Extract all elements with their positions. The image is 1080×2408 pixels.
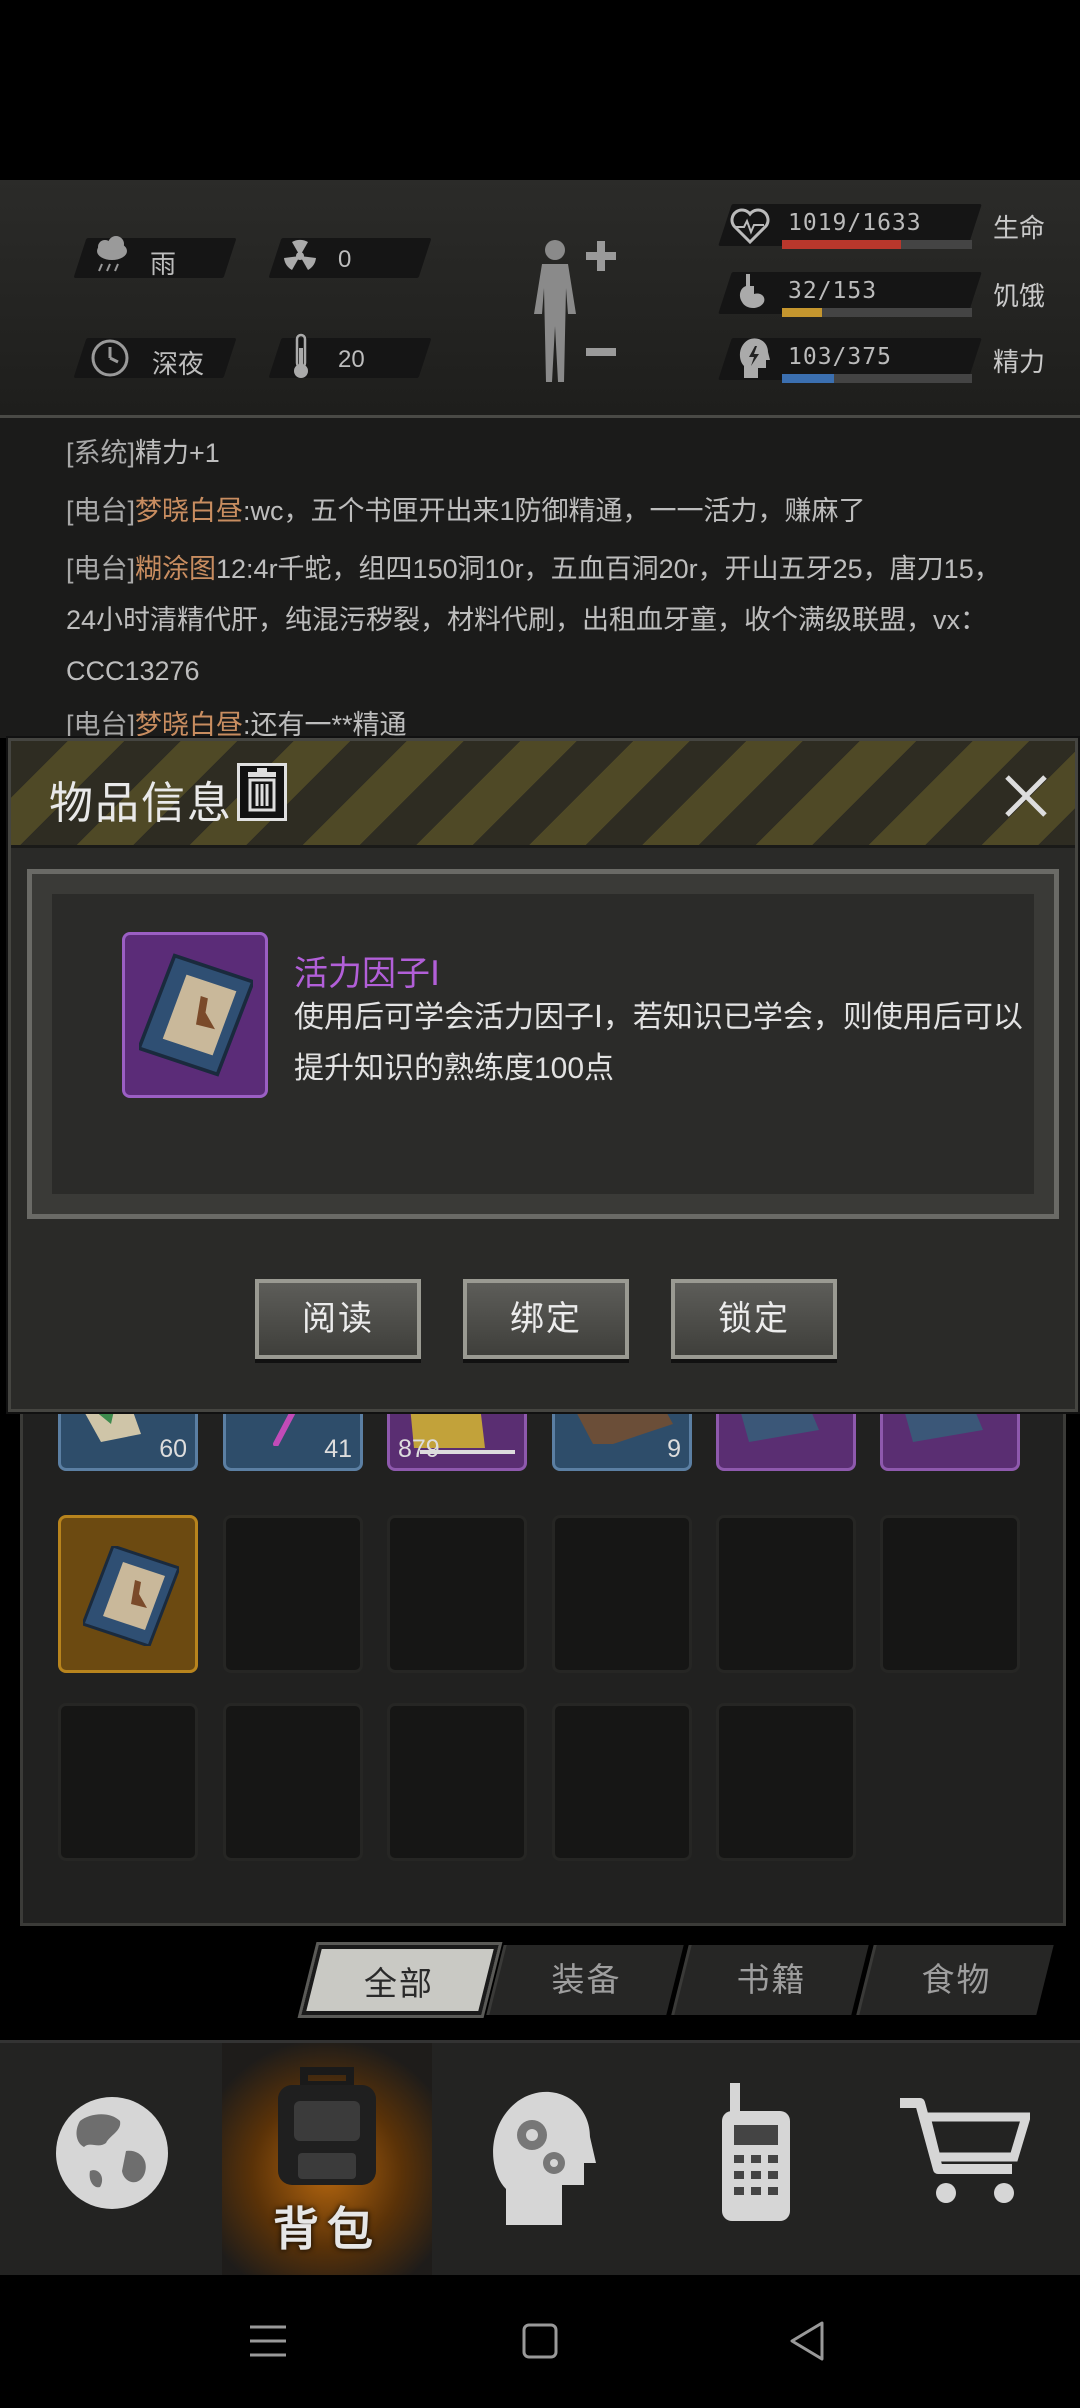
close-icon[interactable] [1001,771,1051,821]
temperature-value: 20 [338,346,365,373]
energy-value: 103/375 [788,344,892,370]
inventory-slot-empty[interactable] [716,1703,856,1861]
globe-icon [56,2097,168,2209]
radiation-icon [284,239,316,270]
inventory-slot-empty[interactable] [387,1515,527,1673]
item-count: 60 [159,1435,187,1463]
health-label: 生命 [993,213,1046,243]
inventory-slot-empty[interactable] [223,1703,363,1861]
clock-icon [91,339,129,377]
health-bar-fill [782,240,901,249]
nav-backpack-label: 背包 [273,2203,381,2255]
book-item-icon [739,1406,819,1442]
item-detail-card: 活力因子Ⅰ 使用后可学会活力因子Ⅰ，若知识已学会，则使用后可以提升知识的熟练度1… [27,869,1059,1219]
nav-skills[interactable] [436,2043,646,2278]
inventory-slot-empty[interactable] [387,1703,527,1861]
menu-icon[interactable] [248,2321,288,2361]
nav-world-map[interactable] [8,2043,218,2278]
dialog-title: 物品信息 [49,779,233,828]
hunger-label: 饥饿 [993,281,1046,311]
chat-channel-tag: [电台] [66,554,136,584]
chat-channel-tag: [电台] [66,496,136,526]
read-button[interactable]: 阅读 [255,1279,421,1359]
inventory-slot-empty[interactable] [552,1515,692,1673]
chat-message: [电台]梦晓白昼:还有一**精通 [66,700,1026,738]
inventory-slot-empty[interactable] [552,1703,692,1861]
inventory-slot-empty[interactable] [223,1515,363,1673]
shopping-cart-icon [900,2098,1030,2203]
chat-text: :wc，五个书匣开出来1防御精通，一一活力，赚麻了 [243,496,866,526]
book-item-icon [139,953,253,1077]
chat-message: [电台]糊涂图12:4r千蛇，组四150洞10r，五血百洞20r，开山五牙25，… [66,544,1026,697]
chat-channel-tag: [电台] [66,710,136,738]
tab-equipment[interactable]: 装备 [486,1945,684,2015]
tab-label: 食物 [921,1961,992,1998]
tab-food[interactable]: 食物 [856,1945,1054,2015]
inventory-grid: 60 41 879 9 [20,1313,1066,1926]
trash-icon [248,768,276,812]
item-icon-slot [122,932,268,1098]
discard-button[interactable] [237,763,287,821]
hunger-value: 32/153 [788,278,878,304]
tab-label: 全部 [364,1965,435,2002]
nav-backpack[interactable]: 背包 [222,2043,432,2278]
chat-message: [电台]梦晓白昼:wc，五个书匣开出来1防御精通，一一活力，赚麻了 [66,486,1026,537]
chat-log[interactable]: [系统]精力+1 [电台]梦晓白昼:wc，五个书匣开出来1防御精通，一一活力，赚… [0,418,1080,738]
inventory-slot-selected[interactable] [58,1515,198,1673]
thermometer-icon [294,333,308,378]
item-count: 879 [398,1435,440,1463]
dialog-header: 物品信息 [11,741,1075,848]
bind-button[interactable]: 绑定 [463,1279,629,1359]
home-icon[interactable] [520,2321,560,2361]
item-description: 使用后可学会活力因子Ⅰ，若知识已学会，则使用后可以提升知识的熟练度100点 [294,1001,1023,1085]
inventory-slot-empty[interactable] [880,1515,1020,1673]
stomach-icon [739,274,765,308]
chat-message: [系统]精力+1 [66,428,1026,479]
status-hud: 雨 0 深夜 20 1019/1633 生命 32/153 饥饿 103/375… [0,180,1080,418]
chat-username[interactable]: 梦晓白昼 [135,710,243,738]
walkie-talkie-icon [722,2083,790,2221]
chat-username[interactable]: 梦晓白昼 [135,496,243,526]
item-count: 9 [667,1435,681,1463]
item-name: 活力因子Ⅰ [294,955,441,993]
status-bar-area [0,0,1080,180]
energy-label: 精力 [993,347,1046,377]
lock-button[interactable]: 锁定 [671,1279,837,1359]
heart-icon [730,208,770,244]
backpack-icon [278,2067,376,2185]
item-count: 41 [324,1435,352,1463]
character-body-icon[interactable] [520,236,630,386]
inventory-slot-empty[interactable] [716,1515,856,1673]
bottom-navigation: 背包 [0,2040,1080,2278]
rod-item-icon [273,1406,299,1446]
book-item-icon [903,1406,983,1442]
system-navigation-bar [0,2275,1080,2408]
tab-label: 书籍 [736,1961,807,1998]
crate-item-icon [573,1406,673,1444]
chat-text: 精力+1 [135,438,220,468]
health-value: 1019/1633 [788,210,922,236]
book-item-icon [83,1546,179,1646]
tab-all[interactable]: 全部 [297,1942,503,2018]
radiation-value: 0 [338,246,352,273]
back-icon[interactable] [786,2319,826,2363]
head-energy-icon [739,338,770,378]
chat-text: :还有一**精通 [243,710,407,738]
tab-books[interactable]: 书籍 [671,1945,869,2015]
rain-cloud-icon [97,236,127,272]
nav-shop[interactable] [864,2043,1074,2278]
tab-label: 装备 [551,1961,622,1998]
inventory-slot-empty[interactable] [58,1703,198,1861]
nav-radio[interactable] [650,2043,860,2278]
head-gears-icon [493,2091,596,2225]
item-info-dialog: 物品信息 活力因子Ⅰ 使用后可学会活力因子Ⅰ，若知识已学会，则使用后可以提升知识… [8,738,1078,1412]
time-label: 深夜 [152,349,205,379]
energy-bar-fill [782,374,834,383]
hunger-bar-fill [782,308,822,317]
weather-label: 雨 [150,249,177,279]
chat-channel-tag: [系统] [66,438,136,468]
chat-username[interactable]: 糊涂图 [135,554,216,584]
